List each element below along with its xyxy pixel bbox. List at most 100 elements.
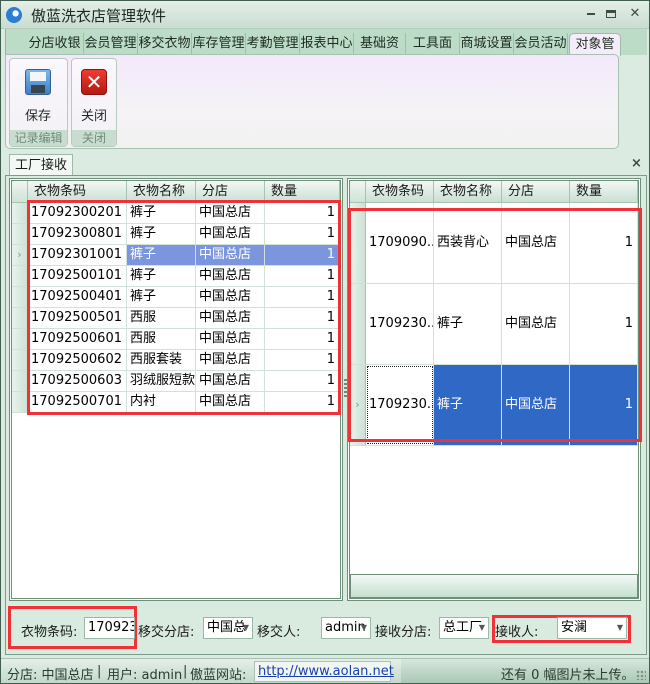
cell-quantity[interactable]: 1	[265, 329, 340, 349]
cell-quantity[interactable]: 1	[265, 245, 340, 265]
cell-barcode[interactable]: 17092500601	[28, 329, 127, 349]
resize-grip-icon[interactable]	[636, 670, 646, 680]
transfer-store-select[interactable]: 中国总 ▼	[203, 617, 253, 639]
column-header-item-name[interactable]: 衣物名称	[127, 181, 196, 203]
cell-store[interactable]: 中国总店	[196, 224, 265, 244]
row-header[interactable]	[12, 329, 28, 349]
row-header[interactable]	[12, 392, 28, 412]
cell-barcode[interactable]: 17092500602	[28, 350, 127, 370]
tab-attendance[interactable]: 考勤管理	[246, 33, 300, 55]
tab-member-activities[interactable]: 会员活动	[514, 33, 568, 55]
cell-barcode[interactable]: 17092300801	[28, 224, 127, 244]
cell-item-name[interactable]: 裤子	[434, 365, 502, 445]
receive-store-select[interactable]: 总工厂 ▼	[439, 617, 489, 639]
row-header[interactable]	[12, 371, 28, 391]
tab-tools[interactable]: 工具面	[406, 33, 460, 55]
cell-item-name[interactable]: 裤子	[127, 224, 196, 244]
cell-item-name[interactable]: 羽绒服短款	[127, 371, 196, 391]
column-header-barcode[interactable]: 衣物条码	[366, 181, 434, 203]
cell-item-name[interactable]: 西装背心	[434, 203, 502, 283]
column-header-store[interactable]: 分店	[196, 181, 265, 203]
table-row[interactable]: 17092500501 西服 中国总店 1	[12, 308, 340, 329]
cell-item-name[interactable]: 西服	[127, 308, 196, 328]
cell-barcode[interactable]: 17092500401	[28, 287, 127, 307]
cell-store[interactable]: 中国总店	[196, 371, 265, 391]
cell-barcode[interactable]: 17092301001	[28, 245, 127, 265]
cell-quantity[interactable]: 1	[265, 224, 340, 244]
cell-item-name[interactable]: 裤子	[127, 203, 196, 223]
cell-store[interactable]: 中国总店	[196, 245, 265, 265]
receiver-select[interactable]: 安澜 ▼	[557, 617, 627, 639]
cell-quantity[interactable]: 1	[265, 203, 340, 223]
cell-store[interactable]: 中国总店	[502, 365, 570, 445]
table-row[interactable]: 17092500401 裤子 中国总店 1	[12, 287, 340, 308]
row-header[interactable]	[12, 203, 28, 223]
table-row[interactable]: 17092500601 西服 中国总店 1	[12, 329, 340, 350]
cell-barcode[interactable]: 1709230...	[366, 365, 434, 445]
cell-store[interactable]: 中国总店	[196, 329, 265, 349]
cell-store[interactable]: 中国总店	[502, 284, 570, 364]
cell-store[interactable]: 中国总店	[196, 266, 265, 286]
row-header[interactable]	[12, 287, 28, 307]
cell-store[interactable]: 中国总店	[502, 203, 570, 283]
cell-quantity[interactable]: 1	[570, 203, 638, 283]
tab-inventory[interactable]: 库存管理	[192, 33, 246, 55]
cell-barcode[interactable]: 17092500101	[28, 266, 127, 286]
tab-reports[interactable]: 报表中心	[300, 33, 354, 55]
cell-item-name[interactable]: 裤子	[127, 245, 196, 265]
cell-item-name[interactable]: 裤子	[434, 284, 502, 364]
cell-store[interactable]: 中国总店	[196, 203, 265, 223]
table-row[interactable]: 1709230... 裤子 中国总店 1	[350, 284, 638, 365]
cell-barcode[interactable]: 17092500701	[28, 392, 127, 412]
maximize-button[interactable]	[601, 5, 621, 23]
table-row[interactable]: 17092300201 裤子 中国总店 1	[12, 203, 340, 224]
website-link[interactable]: http://www.aolan.net	[258, 664, 394, 679]
table-row[interactable]: › 17092301001 裤子 中国总店 1	[12, 245, 340, 266]
horizontal-scrollbar[interactable]	[350, 574, 638, 598]
cell-quantity[interactable]: 1	[265, 287, 340, 307]
table-row[interactable]: 17092500602 西服套装 中国总店 1	[12, 350, 340, 371]
table-row[interactable]: 17092500701 内衬 中国总店 1	[12, 392, 340, 413]
cell-item-name[interactable]: 西服套装	[127, 350, 196, 370]
tab-store-cashier[interactable]: 分店收银	[26, 33, 84, 55]
transfer-person-select[interactable]: admin ▼	[321, 617, 371, 639]
cell-store[interactable]: 中国总店	[196, 308, 265, 328]
close-window-button[interactable]: ✕	[625, 5, 645, 23]
table-row[interactable]: 17092500603 羽绒服短款 中国总店 1	[12, 371, 340, 392]
minimize-button[interactable]	[581, 5, 601, 23]
row-header[interactable]	[12, 308, 28, 328]
cell-store[interactable]: 中国总店	[196, 350, 265, 370]
cell-quantity[interactable]: 1	[265, 392, 340, 412]
cell-store[interactable]: 中国总店	[196, 287, 265, 307]
table-row[interactable]: › 1709230... 裤子 中国总店 1	[350, 365, 638, 446]
cell-barcode[interactable]: 17092500501	[28, 308, 127, 328]
row-header[interactable]	[350, 284, 366, 364]
table-row[interactable]: 17092300801 裤子 中国总店 1	[12, 224, 340, 245]
table-row[interactable]: 1709090... 西装背心 中国总店 1	[350, 203, 638, 284]
cell-quantity[interactable]: 1	[265, 308, 340, 328]
row-header[interactable]	[12, 224, 28, 244]
tab-member-management[interactable]: 会员管理	[84, 33, 138, 55]
cell-quantity[interactable]: 1	[570, 365, 638, 445]
column-header-quantity[interactable]: 数量	[570, 181, 638, 203]
tab-transfer-clothes[interactable]: 移交衣物	[138, 33, 192, 55]
document-close-icon[interactable]: ×	[631, 156, 642, 171]
received-items-grid[interactable]: 衣物条码 衣物名称 分店 数量 1709090... 西装背心 中国总店 1 17092…	[347, 178, 641, 601]
save-button[interactable]: 保存	[13, 65, 63, 125]
row-header[interactable]	[350, 203, 366, 283]
column-header-store[interactable]: 分店	[502, 181, 570, 203]
cell-quantity[interactable]: 1	[265, 350, 340, 370]
cell-item-name[interactable]: 内衬	[127, 392, 196, 412]
column-header-item-name[interactable]: 衣物名称	[434, 181, 502, 203]
cell-quantity[interactable]: 1	[265, 266, 340, 286]
cell-quantity[interactable]: 1	[570, 284, 638, 364]
tab-basic-data[interactable]: 基础资	[354, 33, 406, 55]
cell-item-name[interactable]: 西服	[127, 329, 196, 349]
tab-mall-settings[interactable]: 商城设置	[460, 33, 514, 55]
cell-barcode[interactable]: 17092300201	[28, 203, 127, 223]
document-tab-factory-receive[interactable]: 工厂接收	[9, 154, 73, 176]
cell-barcode[interactable]: 17092500603	[28, 371, 127, 391]
cell-barcode[interactable]: 1709090...	[366, 203, 434, 283]
cell-item-name[interactable]: 裤子	[127, 287, 196, 307]
cell-store[interactable]: 中国总店	[196, 392, 265, 412]
